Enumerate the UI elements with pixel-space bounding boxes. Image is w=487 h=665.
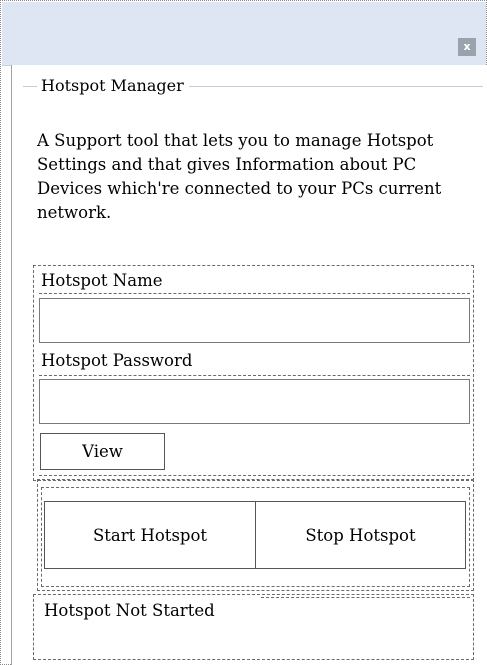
description-text: A Support tool that lets you to manage H… <box>37 131 442 222</box>
hotspot-name-underline <box>39 293 470 294</box>
view-row-underline <box>39 475 470 476</box>
hotspot-name-label: Hotspot Name <box>41 269 169 293</box>
hotspot-name-input[interactable] <box>39 298 470 343</box>
hotspot-password-underline <box>39 375 470 376</box>
app-window: x Hotspot Manager A Support tool that le… <box>0 0 487 665</box>
start-hotspot-button[interactable]: Start Hotspot <box>44 501 256 569</box>
status-underline <box>261 597 470 598</box>
hotspot-password-input[interactable] <box>39 379 470 424</box>
view-button[interactable]: View <box>40 433 165 470</box>
close-icon: x <box>463 40 471 53</box>
close-button[interactable]: x <box>458 38 476 56</box>
hotspot-password-label: Hotspot Password <box>41 349 199 373</box>
status-text: Hotspot Not Started <box>44 601 215 620</box>
group-title: Hotspot Manager <box>37 74 189 98</box>
stop-hotspot-button[interactable]: Stop Hotspot <box>255 501 466 569</box>
title-bar[interactable]: x <box>2 2 486 66</box>
